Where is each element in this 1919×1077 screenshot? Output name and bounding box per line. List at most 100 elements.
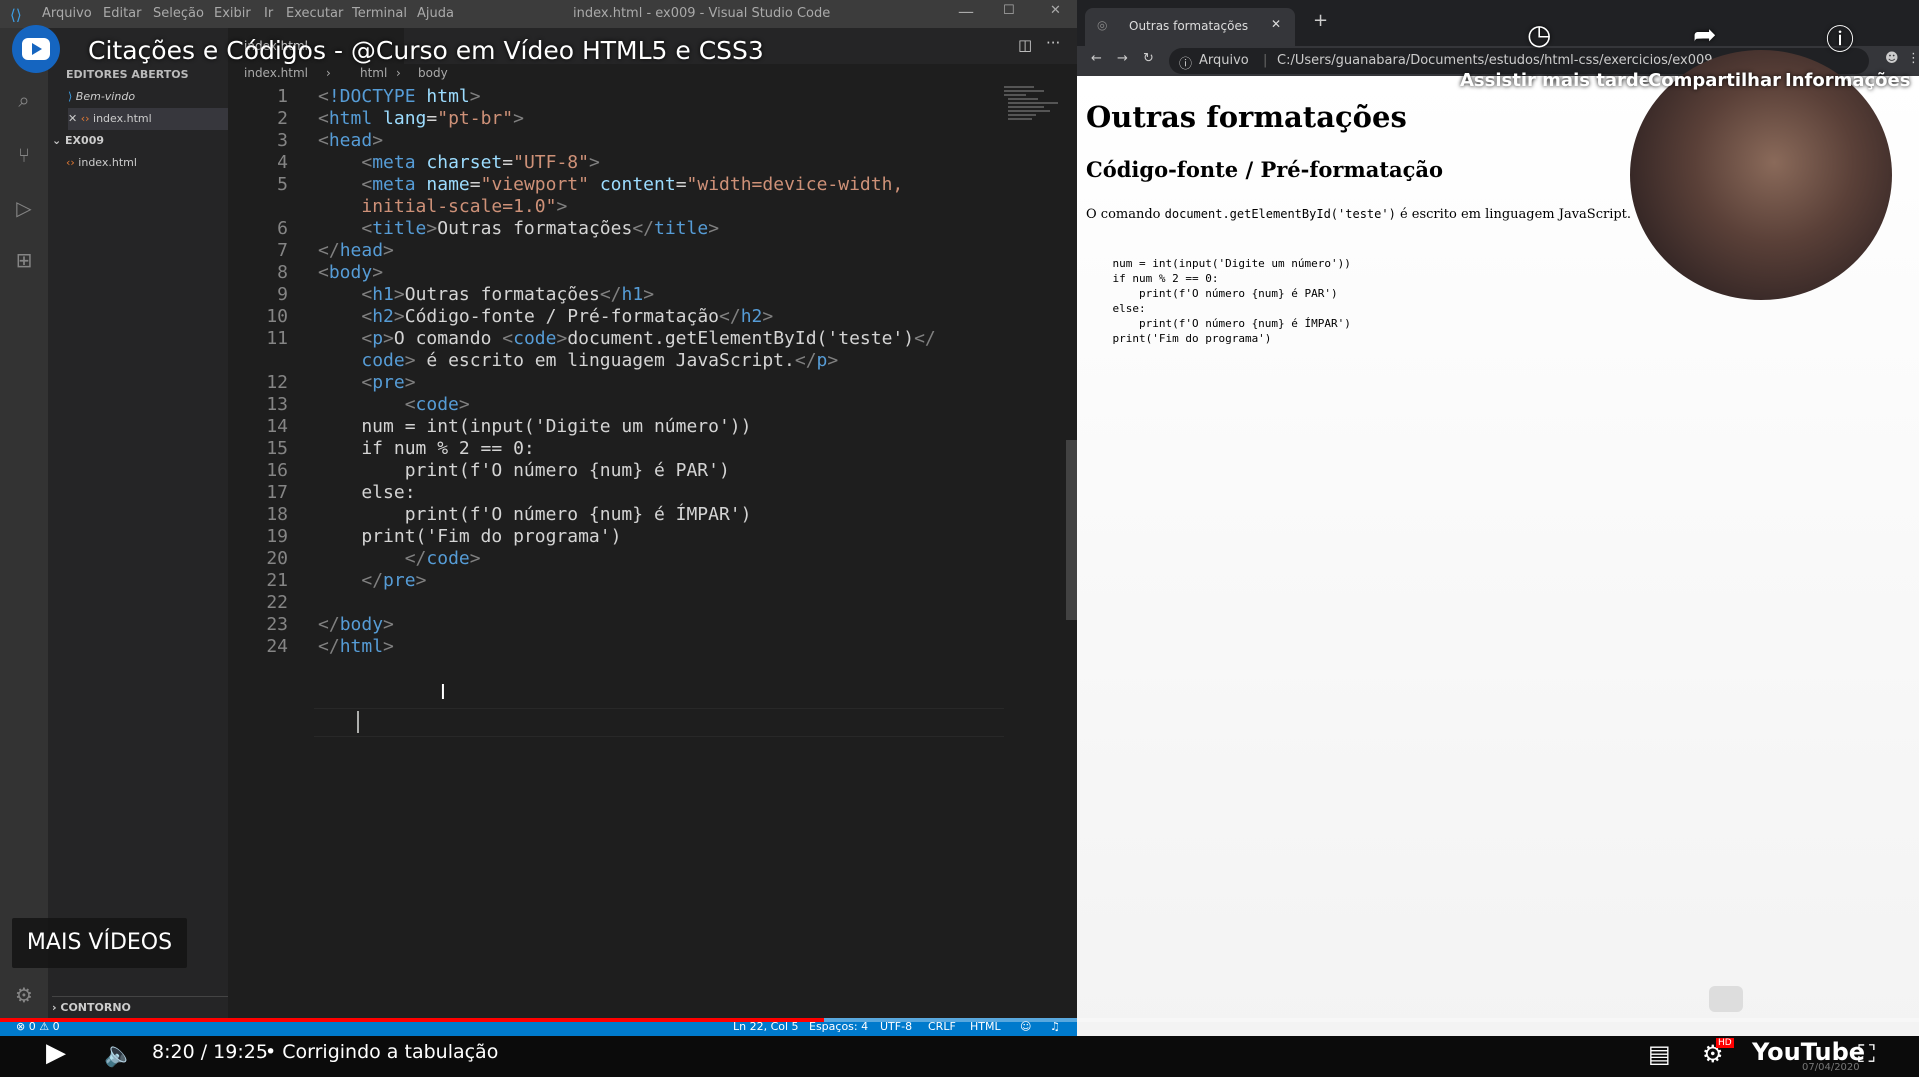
maximize-icon[interactable]: ☐	[1003, 3, 1015, 18]
code-line[interactable]: else:	[318, 482, 415, 503]
new-tab-icon[interactable]: +	[1313, 10, 1328, 31]
share-button[interactable]: Compartilhar	[1648, 70, 1781, 91]
code-line[interactable]: code> é escrito em linguagem JavaScript.…	[318, 350, 838, 371]
open-editor-welcome[interactable]: ⟩ Bem-vindo	[68, 86, 135, 108]
code-line[interactable]: <code>	[318, 394, 470, 415]
volume-icon[interactable]: 🔈	[104, 1040, 134, 1068]
menu-executar[interactable]: Executar	[286, 6, 343, 21]
minimap[interactable]	[1000, 84, 1060, 144]
chevron-down-icon: ⌄	[52, 134, 66, 147]
code-line[interactable]: print(f'O número {num} é PAR')	[318, 460, 730, 481]
menu-selecao[interactable]: Seleção	[153, 6, 204, 21]
reload-icon[interactable]: ↻	[1143, 51, 1154, 66]
code-line[interactable]: <meta charset="UTF-8">	[318, 152, 599, 173]
minimize-icon[interactable]: —	[958, 2, 974, 21]
info-icon[interactable]: ⓘ	[1179, 53, 1192, 72]
vscode-file-icon: ⟩	[68, 90, 76, 103]
menu-ajuda[interactable]: Ajuda	[417, 6, 454, 21]
line-number: 20	[266, 548, 288, 569]
line-number: 14	[266, 416, 288, 437]
address-url[interactable]: C:/Users/guanabara/Documents/estudos/htm…	[1277, 53, 1713, 68]
code-line[interactable]: <head>	[318, 130, 383, 151]
line-number: 10	[266, 306, 288, 327]
line-number: 11	[266, 328, 288, 349]
html-file-icon: ‹›	[66, 156, 79, 169]
split-editor-icon[interactable]: ◫	[1018, 36, 1032, 54]
more-actions-icon[interactable]: ···	[1046, 34, 1060, 52]
video-title[interactable]: Citações e Códigos - @Curso em Vídeo HTM…	[88, 36, 764, 65]
code-line[interactable]: <body>	[318, 262, 383, 283]
code-line[interactable]: </code>	[318, 548, 481, 569]
info-button[interactable]: Informações	[1785, 70, 1910, 91]
breadcrumb-html[interactable]: html	[360, 66, 387, 80]
menu-arquivo[interactable]: Arquivo	[42, 6, 92, 21]
code-line[interactable]: </head>	[318, 240, 394, 261]
line-number: 12	[266, 372, 288, 393]
tab-close-icon[interactable]: ✕	[1271, 17, 1281, 31]
menu-terminal[interactable]: Terminal	[352, 6, 407, 21]
code-line[interactable]: num = int(input('Digite um número'))	[318, 416, 751, 437]
line-number: 7	[277, 240, 288, 261]
code-line[interactable]: if num % 2 == 0:	[318, 438, 534, 459]
taskbar-date: 07/04/2020	[1802, 1062, 1860, 1073]
youtube-watermark-icon	[1709, 986, 1743, 1012]
code-line[interactable]: <p>O comando <code>document.getElementBy…	[318, 328, 935, 349]
share-arrow-icon[interactable]: ➦	[1693, 18, 1716, 51]
breadcrumb: index.html › html › body	[228, 64, 1077, 84]
back-arrow-icon[interactable]: ←	[1091, 51, 1102, 66]
open-editor-index[interactable]: ✕ ‹› index.html	[68, 108, 228, 130]
line-number: 4	[277, 152, 288, 173]
close-editor-icon[interactable]: ✕	[68, 112, 81, 125]
channel-logo[interactable]	[12, 25, 60, 73]
line-number: 3	[277, 130, 288, 151]
code-line[interactable]: </pre>	[318, 570, 426, 591]
address-label: Arquivo	[1199, 53, 1249, 68]
preformatted-code: num = int(input('Digite um número')) if …	[1112, 257, 1351, 345]
activity-bar: ⌕ ⑂ ▷ ⊞ ⚙	[0, 28, 48, 1018]
code-line[interactable]: print('Fim do programa')	[318, 526, 621, 547]
file-index[interactable]: ‹› index.html	[66, 152, 137, 174]
breadcrumb-file[interactable]: index.html	[244, 66, 308, 80]
code-line[interactable]: <pre>	[318, 372, 415, 393]
forward-arrow-icon[interactable]: →	[1117, 51, 1128, 66]
i-beam-cursor-icon: I	[440, 680, 446, 704]
browser-menu-icon[interactable]: ⋮	[1907, 51, 1919, 66]
run-debug-icon[interactable]: ▷	[12, 196, 36, 220]
code-line[interactable]: <meta name="viewport" content="width=dev…	[318, 174, 903, 195]
info-circle-icon[interactable]: ⓘ	[1826, 18, 1854, 58]
profile-icon[interactable]: ☻	[1885, 51, 1899, 66]
settings-gear-icon[interactable]: ⚙	[12, 983, 36, 1007]
open-editors-header[interactable]: EDITORES ABERTOS	[66, 64, 189, 86]
code-line[interactable]: </html>	[318, 636, 394, 657]
code-line[interactable]: initial-scale=1.0">	[318, 196, 567, 217]
code-line[interactable]: <title>Outras formatações</title>	[318, 218, 719, 239]
code-line[interactable]: <html lang="pt-br">	[318, 108, 524, 129]
outline-header[interactable]: › CONTORNO	[52, 996, 228, 1019]
watch-later-button[interactable]: Assistir mais tarde	[1460, 70, 1651, 91]
code-line[interactable]: print(f'O número {num} é ÍMPAR')	[318, 504, 752, 525]
code-line[interactable]: <h1>Outras formatações</h1>	[318, 284, 654, 305]
menu-editar[interactable]: Editar	[103, 6, 142, 21]
code-line[interactable]: <h2>Código-fonte / Pré-formatação</h2>	[318, 306, 773, 327]
clock-icon[interactable]: ◷	[1527, 18, 1551, 51]
folder-header[interactable]: ⌄ EX009	[52, 130, 104, 152]
search-icon[interactable]: ⌕	[12, 88, 36, 112]
breadcrumb-body[interactable]: body	[418, 66, 448, 80]
code-line[interactable]: <!DOCTYPE html>	[318, 86, 481, 107]
page-paragraph: O comando document.getElementById('teste…	[1086, 207, 1632, 222]
play-icon[interactable]: ▶	[46, 1038, 66, 1068]
html-file-icon: ‹›	[80, 112, 94, 125]
close-icon[interactable]: ✕	[1050, 3, 1061, 18]
menu-ir[interactable]: Ir	[264, 6, 273, 21]
subtitles-icon[interactable]: ▤	[1648, 1040, 1671, 1068]
extensions-icon[interactable]: ⊞	[12, 248, 36, 272]
editor-scrollbar[interactable]	[1066, 440, 1077, 620]
code-line[interactable]: </body>	[318, 614, 394, 635]
source-control-icon[interactable]: ⑂	[12, 143, 36, 167]
browser-tab[interactable]: ◎ Outras formatações ✕	[1085, 8, 1295, 46]
menu-exibir[interactable]: Exibir	[214, 6, 251, 21]
progress-played[interactable]	[0, 1018, 824, 1022]
exit-fullscreen-icon[interactable]: ⛶	[1858, 1040, 1875, 1068]
chapter-title[interactable]: • Corrigindo a tabulação	[265, 1041, 498, 1063]
more-videos-button[interactable]: MAIS VÍDEOS	[12, 918, 187, 968]
